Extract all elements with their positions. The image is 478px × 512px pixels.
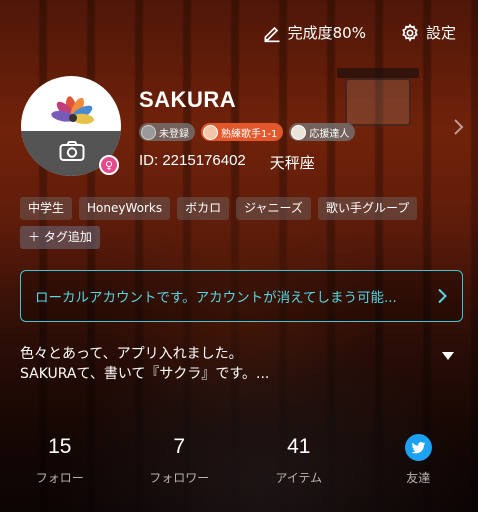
- settings-button[interactable]: 設定: [400, 22, 456, 43]
- bio-line: SAKURAて、書いて『サクラ』です。...: [20, 366, 270, 382]
- cheer-avatar-icon: [291, 124, 307, 140]
- chevron-right-icon: [438, 288, 447, 304]
- top-actions: 完成度80% 設定: [262, 22, 456, 43]
- stat-followers[interactable]: 7 フォロワー: [120, 433, 240, 486]
- plus-icon: ＋: [28, 230, 41, 244]
- bio-line: 色々とあって、アプリ入れました。: [20, 346, 243, 362]
- edit-pencil-icon: [264, 26, 280, 42]
- twitter-icon: [404, 434, 432, 461]
- female-gender-icon: ♀: [99, 155, 119, 175]
- expand-triangle-icon[interactable]: [441, 351, 455, 361]
- tag-item[interactable]: 歌い手グループ: [317, 197, 418, 220]
- stat-label: アイテム: [275, 471, 323, 485]
- badge-singer[interactable]: 熟練歌手1-1: [201, 123, 284, 141]
- add-tag-button[interactable]: ＋ タグ追加: [20, 226, 100, 249]
- bio[interactable]: 色々とあって、アプリ入れました。 SAKURAて、書いて『サクラ』です。...: [20, 344, 420, 384]
- stat-items[interactable]: 41 アイテム: [239, 433, 359, 486]
- notice-text: ローカルアカウントです。アカウントが消えてしまう可能...: [35, 290, 397, 306]
- chevron-right-icon[interactable]: [452, 118, 464, 136]
- stat-label: フォロー: [35, 471, 84, 485]
- gear-icon: [402, 23, 418, 42]
- completion-label: 完成度80%: [287, 24, 366, 42]
- stat-value: 15: [48, 435, 72, 458]
- profile-screen: 完成度80% 設定 ♀ SAKURA 未登録 熟練歌手1-1 応援達人 ID: …: [0, 0, 478, 512]
- shield-icon: [141, 124, 156, 140]
- tag-list: 中学生 HoneyWorks ボカロ ジャニーズ 歌い手グループ ＋ タグ追加: [20, 197, 460, 249]
- badge-label: 未登録: [159, 128, 189, 140]
- user-id: ID: 2215176402: [139, 152, 246, 169]
- stat-following[interactable]: 15 フォロー: [0, 433, 120, 486]
- singer-avatar-icon: [203, 124, 218, 140]
- stat-label: フォロワー: [149, 471, 210, 485]
- username: SAKURA: [139, 87, 237, 112]
- settings-label: 設定: [425, 24, 456, 42]
- add-tag-label: タグ追加: [43, 230, 92, 244]
- tag-item[interactable]: 中学生: [20, 197, 73, 220]
- zodiac-sign: 天秤座: [269, 155, 315, 172]
- badge-row: 未登録 熟練歌手1-1 応援達人: [139, 123, 356, 141]
- tag-item[interactable]: HoneyWorks: [79, 197, 171, 220]
- camera-icon: [59, 141, 85, 161]
- id-line: ID: 2215176402 天秤座: [139, 152, 315, 173]
- tag-item[interactable]: ボカロ: [177, 197, 230, 220]
- badge-cheer[interactable]: 応援達人: [289, 123, 356, 141]
- stat-value: 7: [173, 435, 186, 458]
- badge-unregistered[interactable]: 未登録: [139, 123, 195, 141]
- stat-value: 41: [287, 435, 311, 458]
- badge-label: 応援達人: [309, 128, 350, 140]
- stat-friends[interactable]: 友達: [359, 433, 478, 486]
- local-account-notice[interactable]: ローカルアカウントです。アカウントが消えてしまう可能...: [20, 270, 463, 322]
- tag-item[interactable]: ジャニーズ: [236, 197, 311, 220]
- badge-label: 熟練歌手1-1: [221, 128, 278, 140]
- completion-button[interactable]: 完成度80%: [262, 22, 366, 43]
- stat-label: 友達: [406, 471, 431, 485]
- stats-row: 15 フォロー 7 フォロワー 41 アイテム 友達: [0, 433, 478, 486]
